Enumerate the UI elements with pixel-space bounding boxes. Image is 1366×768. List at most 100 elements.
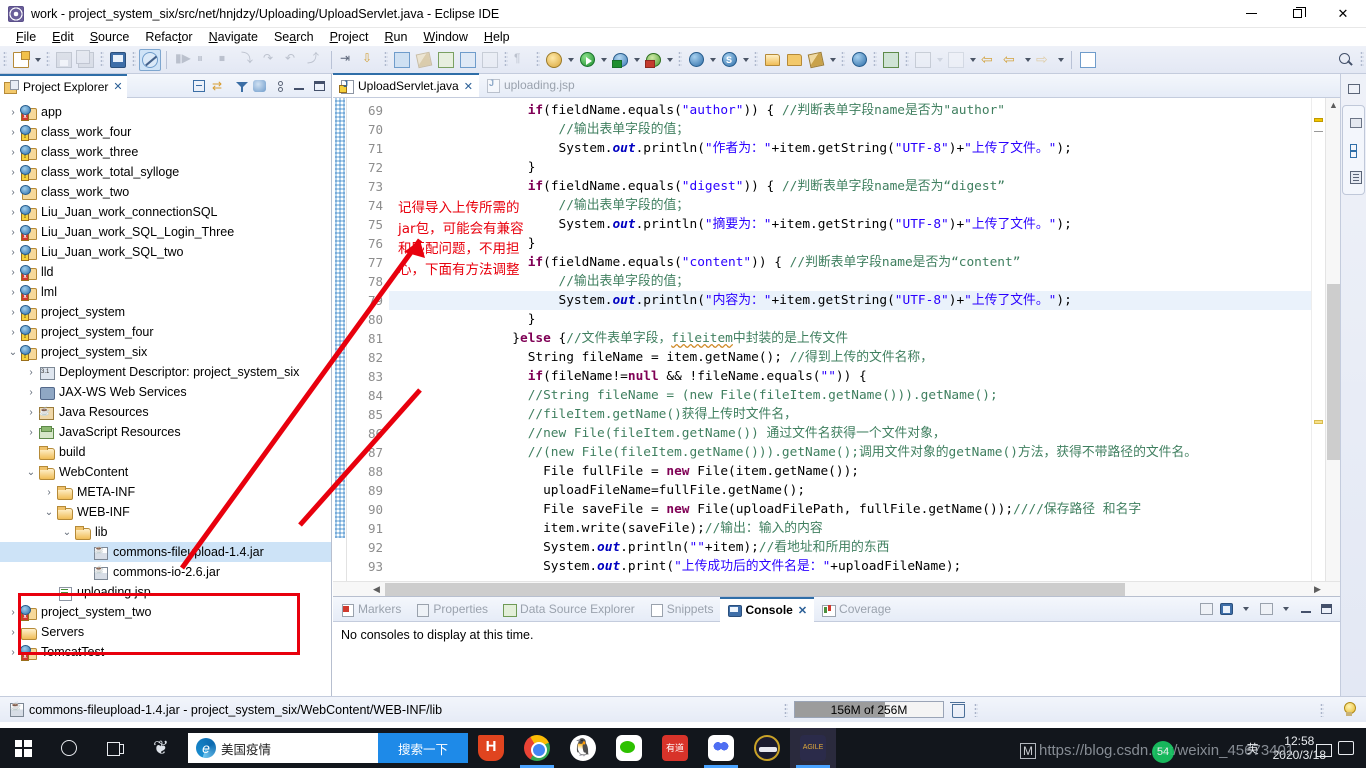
scroll-up-arrow[interactable]: ▲	[1326, 98, 1341, 113]
back-button[interactable]: ⇦	[978, 49, 1000, 71]
chevron-right-icon[interactable]: ›	[6, 162, 20, 182]
restore-icon[interactable]	[1342, 77, 1366, 101]
ime-indicator[interactable]: 英	[1241, 740, 1265, 757]
chevron-right-icon[interactable]: ›	[24, 402, 38, 422]
hscroll-thumb[interactable]	[385, 583, 1125, 596]
code-line[interactable]: //输出表单字段的值；	[389, 272, 1340, 291]
maximize-icon[interactable]	[309, 76, 329, 96]
next-edit-arrow[interactable]	[967, 49, 978, 71]
chevron-right-icon[interactable]: ›	[24, 382, 38, 402]
tree-item[interactable]: › class_work_two	[0, 182, 331, 202]
code-line[interactable]: //String fileName = (new File(fileItem.g…	[389, 386, 1340, 405]
toolbar-grip[interactable]	[873, 51, 877, 68]
chevron-down-icon[interactable]: ⌄	[24, 462, 38, 482]
maximize-button[interactable]	[1274, 0, 1320, 28]
tree-item[interactable]: › app	[0, 102, 331, 122]
chevron-right-icon[interactable]: ›	[6, 182, 20, 202]
bottom-tab-console[interactable]: Console ✕	[720, 596, 815, 622]
new-java-class-button[interactable]	[435, 49, 457, 71]
code-line[interactable]: }	[389, 158, 1340, 177]
taskbar-search-box[interactable]: 美国疫情	[188, 733, 378, 763]
drop-to-frame-button[interactable]: ⤴	[304, 49, 326, 71]
step-into-button[interactable]: ⤵	[238, 49, 260, 71]
overview-ruler[interactable]	[1311, 98, 1325, 581]
code-line[interactable]: if(fieldName.equals("content")) { //判断表单…	[389, 253, 1340, 272]
cortana-button[interactable]	[46, 728, 92, 768]
chevron-right-icon[interactable]: ›	[6, 122, 20, 142]
run-button[interactable]	[576, 49, 598, 71]
taskbar-app-oval[interactable]	[744, 728, 790, 768]
tab-uploadservlet-java[interactable]: UploadServlet.java ✕	[333, 73, 479, 97]
run-browser-button[interactable]	[880, 49, 902, 71]
chevron-down-icon[interactable]: ⌄	[6, 342, 20, 362]
notifications-icon[interactable]	[1338, 741, 1354, 755]
export-wizard-button[interactable]	[912, 49, 934, 71]
debug-dropdown-arrow[interactable]	[631, 49, 642, 71]
export-wizard-arrow[interactable]	[934, 49, 945, 71]
taskbar-app-youdao[interactable]	[652, 728, 698, 768]
restore-views-icon[interactable]	[1344, 111, 1366, 135]
code-line[interactable]: //输出表单字段的值；	[389, 120, 1340, 139]
chevron-right-icon[interactable]: ›	[42, 482, 56, 502]
code-line[interactable]: //(new File(fileItem.getName())).getName…	[389, 443, 1340, 462]
code-line[interactable]: }	[389, 234, 1340, 253]
tree-item[interactable]: › class_work_total_sylloge	[0, 162, 331, 182]
menu-run[interactable]: Run	[376, 28, 415, 46]
suspend-button[interactable]: ⏸	[194, 49, 216, 71]
code-line[interactable]: //fileItem.getName()获得上传时文件名，	[389, 405, 1340, 424]
toolbar-grip[interactable]	[841, 51, 845, 68]
bottom-tab-markers[interactable]: Markers	[333, 597, 408, 622]
chevron-down-icon[interactable]: ⌄	[42, 502, 56, 522]
chevron-right-icon[interactable]: ›	[6, 302, 20, 322]
display-console-icon[interactable]	[1216, 599, 1236, 619]
toolbar-grip[interactable]	[100, 51, 104, 68]
chevron-right-icon[interactable]: ›	[6, 642, 20, 662]
tree-item[interactable]: ⌄ WebContent	[0, 462, 331, 482]
terminate-button[interactable]: ⏹	[216, 49, 238, 71]
editor-vertical-scrollbar[interactable]: ▲ ▼	[1325, 98, 1340, 596]
bottom-tab-snip[interactable]: Snippets	[642, 597, 721, 622]
save-all-button[interactable]	[75, 49, 97, 71]
minimize-button[interactable]	[1228, 0, 1274, 28]
backward-button[interactable]: ⇦	[1000, 49, 1022, 71]
web-deploy-arrow[interactable]	[707, 49, 718, 71]
previous-annotation-button[interactable]: ⇩	[359, 49, 381, 71]
console-toggle-button[interactable]	[107, 49, 129, 71]
tree-item[interactable]: › JavaScript Resources	[0, 422, 331, 442]
outline-view-icon[interactable]	[1344, 138, 1366, 162]
edit-marker-arrow[interactable]	[827, 49, 838, 71]
toolbar-grip[interactable]	[132, 51, 136, 68]
menu-search[interactable]: Search	[266, 28, 322, 46]
toolbar-grip[interactable]	[678, 51, 682, 68]
tree-item[interactable]: › TomcatTest	[0, 642, 331, 662]
new-wizard-button[interactable]	[10, 49, 32, 71]
view-options-icon[interactable]	[249, 76, 269, 96]
code-line[interactable]: }else {//文件表单字段，fileitem中封装的是上传文件	[389, 329, 1340, 348]
open-perspective-button[interactable]	[479, 49, 501, 71]
toolbar-grip[interactable]	[1360, 51, 1364, 68]
toolbar-grip[interactable]	[536, 51, 540, 68]
toolbar-grip[interactable]	[46, 51, 50, 68]
bottom-tab-ds[interactable]: Data Source Explorer	[495, 597, 642, 622]
tree-item[interactable]: › Deployment Descriptor: project_system_s…	[0, 362, 331, 382]
search-button[interactable]	[1335, 49, 1357, 71]
open-type-button[interactable]	[391, 49, 413, 71]
next-edit-button[interactable]	[945, 49, 967, 71]
chevron-right-icon[interactable]: ›	[6, 202, 20, 222]
code-line[interactable]: uploadFileName=fullFile.getName();	[389, 481, 1340, 500]
taskbar-app-qq[interactable]	[560, 728, 606, 768]
last-edit-location-button[interactable]	[413, 49, 435, 71]
onedrive-button[interactable]: ❦	[138, 728, 184, 768]
coverage-dropdown-arrow[interactable]	[664, 49, 675, 71]
project-tree[interactable]: › app › class_work_four › class_work_three › cl…	[0, 98, 331, 696]
tree-item[interactable]: › Liu_Juan_work_SQL_Login_Three	[0, 222, 331, 242]
code-line[interactable]: if(fieldName.equals("author")) { //判断表单字…	[389, 101, 1340, 120]
server-tools-button[interactable]	[718, 49, 740, 71]
tree-item[interactable]: › Liu_Juan_work_SQL_two	[0, 242, 331, 262]
chevron-right-icon[interactable]: ›	[6, 222, 20, 242]
forward-arrow[interactable]	[1055, 49, 1066, 71]
step-return-button[interactable]: ↶	[282, 49, 304, 71]
code-line[interactable]: }	[389, 310, 1340, 329]
tree-item[interactable]: ⌄ project_system_six	[0, 342, 331, 362]
chevron-right-icon[interactable]: ›	[6, 102, 20, 122]
